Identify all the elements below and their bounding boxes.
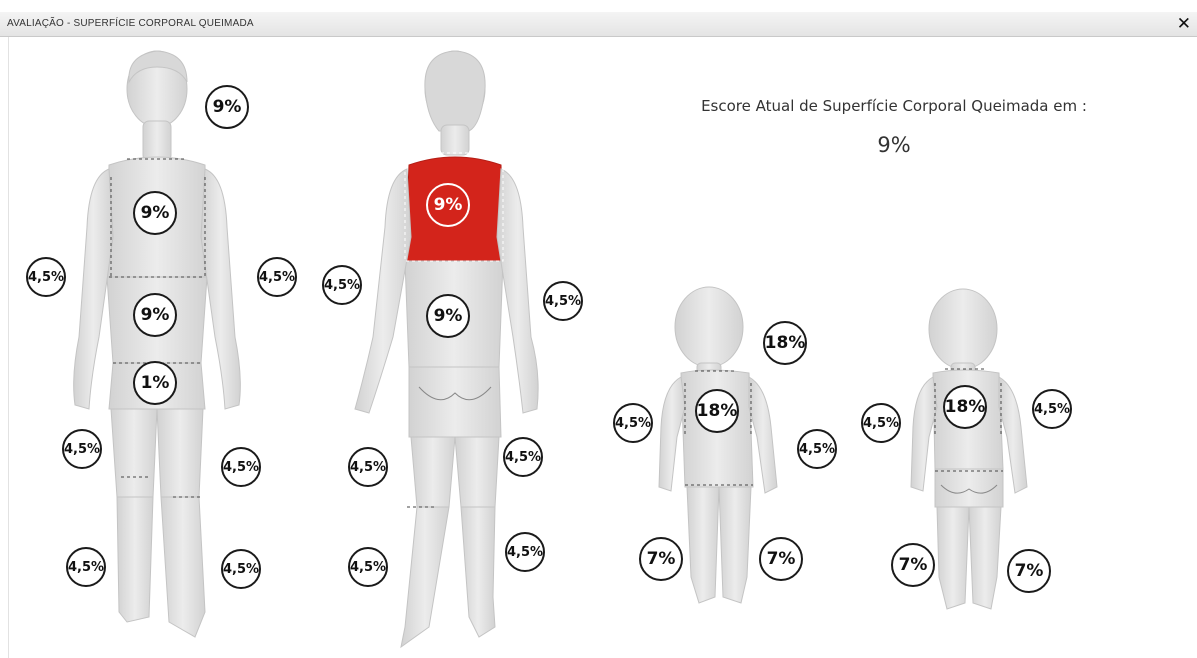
child-front-trunk-badge[interactable]: 18% [695, 389, 739, 433]
child-back-trunk-badge[interactable]: 18% [943, 385, 987, 429]
adult-front-genital-badge[interactable]: 1% [133, 361, 177, 405]
child-back-left-arm[interactable] [910, 376, 938, 492]
adult-front-right-thigh[interactable] [156, 408, 204, 498]
child-back-left-leg[interactable] [936, 506, 970, 610]
adult-front-right-thigh-badge[interactable]: 4,5% [221, 447, 261, 487]
adult-back-neck [440, 124, 470, 156]
title-bar: AVALIAÇÃO - SUPERFÍCIE CORPORAL QUEIMADA… [0, 12, 1197, 37]
burn-assessment-window: AVALIAÇÃO - SUPERFÍCIE CORPORAL QUEIMADA… [0, 0, 1197, 658]
child-back-right-arm-badge[interactable]: 4,5% [1032, 389, 1072, 429]
adult-back-left-thigh[interactable] [410, 436, 456, 508]
adult-front-neck [142, 120, 172, 162]
adult-front-left-leg-badge[interactable]: 4,5% [66, 547, 106, 587]
child-back-buttocks[interactable] [934, 468, 1004, 508]
adult-back-left-thigh-badge[interactable]: 4,5% [348, 447, 388, 487]
close-icon[interactable]: ✕ [1177, 14, 1191, 34]
adult-back-upper-back-badge[interactable]: 9% [426, 183, 470, 227]
adult-back-right-leg-badge[interactable]: 4,5% [505, 532, 545, 572]
adult-front-left-thigh[interactable] [110, 408, 158, 498]
adult-front-abdomen-badge[interactable]: 9% [133, 293, 177, 337]
adult-back-left-arm-badge[interactable]: 4,5% [322, 265, 362, 305]
child-front-left-leg[interactable] [686, 486, 720, 604]
window-title: AVALIAÇÃO - SUPERFÍCIE CORPORAL QUEIMADA [7, 18, 254, 29]
adult-back-right-leg[interactable] [460, 506, 496, 638]
adult-back-left-leg[interactable] [400, 506, 450, 649]
adult-front-left-arm[interactable] [73, 168, 114, 410]
child-front-right-leg[interactable] [718, 486, 752, 604]
adult-front-chest-badge[interactable]: 9% [133, 191, 177, 235]
adult-front-right-arm[interactable] [200, 168, 241, 410]
child-back-left-leg-badge[interactable]: 7% [891, 543, 935, 587]
score-label: Escore Atual de Superfície Corporal Quei… [701, 97, 1087, 115]
child-back-right-leg-badge[interactable]: 7% [1007, 549, 1051, 593]
score-value: 9% [877, 133, 911, 157]
body-map-panel: Escore Atual de Superfície Corporal Quei… [8, 37, 1197, 658]
adult-front-figure [73, 50, 241, 638]
adult-back-left-leg-badge[interactable]: 4,5% [348, 547, 388, 587]
adult-front-right-leg[interactable] [160, 496, 206, 638]
child-front-head-badge[interactable]: 18% [763, 321, 807, 365]
child-front-right-arm-badge[interactable]: 4,5% [797, 429, 837, 469]
child-front-left-arm-badge[interactable]: 4,5% [613, 403, 653, 443]
child-front-head[interactable] [674, 286, 744, 368]
adult-front-right-leg-badge[interactable]: 4,5% [221, 549, 261, 589]
adult-back-hair [424, 50, 486, 132]
adult-back-lower-back-badge[interactable]: 9% [426, 294, 470, 338]
child-front-right-arm[interactable] [748, 376, 778, 494]
child-back-head[interactable] [928, 288, 998, 370]
adult-front-left-leg[interactable] [116, 496, 154, 623]
child-front-right-leg-badge[interactable]: 7% [759, 537, 803, 581]
child-front-left-arm[interactable] [658, 376, 686, 492]
adult-back-right-thigh[interactable] [454, 436, 500, 508]
adult-back-right-thigh-badge[interactable]: 4,5% [503, 437, 543, 477]
adult-front-right-arm-badge[interactable]: 4,5% [257, 257, 297, 297]
adult-back-buttocks[interactable] [408, 366, 502, 438]
child-back-right-leg[interactable] [968, 506, 1002, 610]
child-back-left-arm-badge[interactable]: 4,5% [861, 403, 901, 443]
child-front-left-leg-badge[interactable]: 7% [639, 537, 683, 581]
adult-front-left-thigh-badge[interactable]: 4,5% [62, 429, 102, 469]
adult-back-right-arm-badge[interactable]: 4,5% [543, 281, 583, 321]
adult-back-left-arm[interactable] [354, 168, 412, 414]
adult-front-head-badge[interactable]: 9% [205, 85, 249, 129]
adult-front-left-arm-badge[interactable]: 4,5% [26, 257, 66, 297]
